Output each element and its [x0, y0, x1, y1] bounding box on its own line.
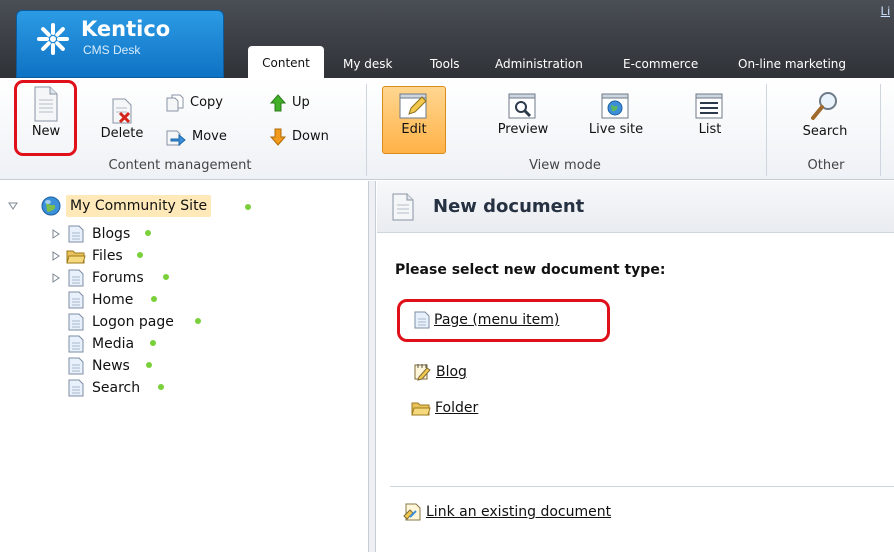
page-icon — [68, 379, 84, 397]
content-tree: My Community Site Blogs Files Forums Hom… — [0, 181, 368, 552]
page-icon — [68, 269, 84, 287]
tree-item-label: Home — [92, 292, 134, 308]
published-status-dot — [158, 384, 164, 390]
collapse-arrow-icon — [8, 202, 18, 210]
expand-arrow-icon — [52, 273, 60, 283]
panel-header: New document — [377, 181, 894, 233]
tree-item-label: Media — [92, 336, 135, 352]
tab-content[interactable]: Content — [248, 46, 324, 78]
tree-item-label: Files — [92, 248, 123, 264]
link-existing-label: Link an existing document — [426, 504, 612, 520]
edit-button[interactable]: Edit — [382, 92, 446, 137]
kentico-logo-icon — [37, 23, 69, 55]
edit-icon — [399, 93, 427, 119]
copy-button[interactable]: Copy — [166, 92, 223, 114]
tree-root-label: My Community Site — [66, 195, 212, 217]
published-status-dot — [145, 230, 151, 236]
expand-arrow-icon — [52, 251, 60, 261]
list-icon — [695, 93, 723, 119]
doc-type-folder[interactable]: Folder — [411, 397, 478, 419]
tree-item-label: Search — [92, 380, 141, 396]
published-status-dot — [150, 340, 156, 346]
expand-arrow-icon — [52, 229, 60, 239]
tab-tools[interactable]: Tools — [430, 50, 460, 78]
folder-icon — [411, 402, 431, 416]
published-status-dot — [163, 274, 169, 280]
preview-button-label: Preview — [497, 122, 549, 137]
page-type-highlight — [397, 299, 610, 342]
live-site-button[interactable]: Live site — [580, 92, 652, 137]
up-button[interactable]: Up — [269, 92, 310, 114]
search-icon — [811, 92, 837, 120]
logo-name: Kentico — [81, 17, 171, 41]
copy-icon — [166, 94, 184, 111]
tree-item-label: Forums — [92, 270, 144, 286]
down-button-label: Down — [292, 129, 329, 144]
logo-subtitle: CMS Desk — [83, 43, 141, 57]
document-icon — [392, 193, 414, 221]
published-status-dot — [195, 318, 201, 324]
page-title: New document — [433, 196, 585, 217]
down-button[interactable]: Down — [269, 126, 329, 148]
view-mode-caption: View mode — [529, 158, 601, 173]
move-button-label: Move — [192, 129, 227, 144]
arrow-up-icon — [269, 93, 287, 111]
tab-on-line-marketing[interactable]: On-line marketing — [738, 50, 846, 78]
search-button[interactable]: Search — [790, 90, 860, 139]
page-icon — [68, 357, 84, 375]
tab-administration[interactable]: Administration — [495, 50, 583, 78]
content-management-caption: Content management — [108, 158, 252, 173]
preview-icon — [508, 93, 536, 119]
doc-type-blog[interactable]: Blog — [412, 361, 467, 383]
delete-button[interactable]: Delete — [96, 98, 148, 141]
tree-item-label: News — [92, 358, 130, 374]
document-type-prompt: Please select new document type: — [395, 262, 666, 278]
tree-item-label: Logon page — [92, 314, 174, 330]
page-icon — [68, 291, 84, 309]
edit-button-label: Edit — [401, 122, 427, 137]
pane-splitter[interactable] — [368, 181, 376, 552]
ribbon-toolbar: New Delete Copy Move Up Down Content man… — [0, 78, 894, 180]
delete-button-label: Delete — [100, 126, 144, 141]
divider — [390, 486, 894, 487]
app-header: Kentico CMS Desk Li Content My desk Tool… — [0, 0, 894, 78]
folder-icon — [66, 250, 86, 264]
globe-icon — [41, 196, 61, 216]
page-icon — [68, 313, 84, 331]
live-site-button-label: Live site — [588, 122, 644, 137]
blog-icon — [414, 364, 431, 381]
published-status-dot — [146, 362, 152, 368]
toolbar-separator — [766, 84, 767, 176]
link-existing-document[interactable]: Link an existing document — [402, 501, 611, 523]
arrow-down-icon — [269, 128, 287, 146]
list-button[interactable]: List — [680, 92, 740, 137]
doc-type-label: Folder — [435, 400, 479, 416]
header-corner-link[interactable]: Li — [881, 4, 890, 18]
published-status-dot — [151, 296, 157, 302]
search-button-label: Search — [802, 124, 848, 139]
new-button-highlight — [14, 80, 77, 156]
tree-item-label: Blogs — [92, 226, 131, 242]
kentico-logo[interactable]: Kentico CMS Desk — [16, 10, 224, 78]
other-caption: Other — [807, 158, 845, 173]
tab-my-desk[interactable]: My desk — [343, 50, 392, 78]
link-document-icon — [403, 503, 421, 521]
page-icon — [68, 225, 84, 243]
move-icon — [166, 130, 186, 146]
move-button[interactable]: Move — [166, 126, 227, 148]
published-status-dot — [245, 204, 251, 210]
live-site-icon — [601, 93, 629, 119]
toolbar-separator — [880, 84, 881, 176]
toolbar-separator — [366, 84, 367, 176]
preview-button[interactable]: Preview — [488, 92, 558, 137]
published-status-dot — [137, 252, 143, 258]
delete-document-icon — [112, 98, 132, 124]
up-button-label: Up — [292, 95, 310, 110]
doc-type-label: Blog — [436, 364, 467, 380]
list-button-label: List — [698, 122, 722, 137]
page-icon — [68, 335, 84, 353]
copy-button-label: Copy — [190, 95, 223, 110]
tab-e-commerce[interactable]: E-commerce — [623, 50, 698, 78]
